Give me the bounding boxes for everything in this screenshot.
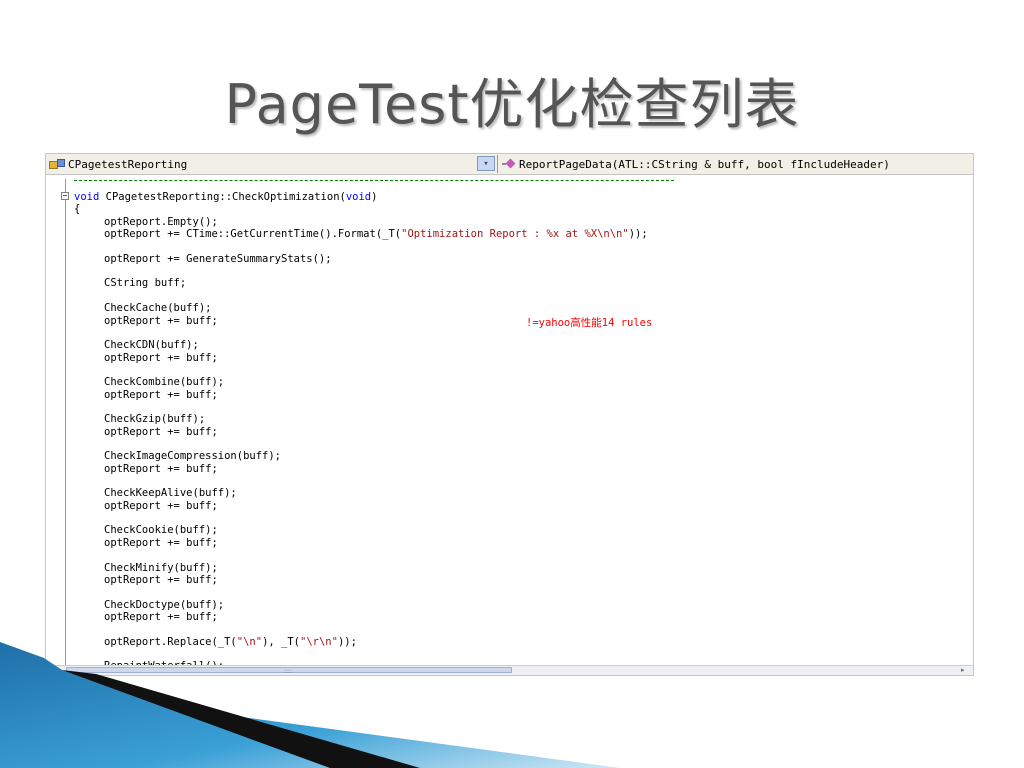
code-text: CheckCDN(buff);	[104, 339, 199, 352]
code-line: optReport += buff;	[104, 315, 218, 327]
code-text: optReport += buff;	[104, 388, 218, 401]
code-line: void CPagetestReporting::CheckOptimizati…	[74, 191, 377, 203]
code-text: CString buff;	[104, 277, 187, 290]
code-line: optReport += CTime::GetCurrentTime().For…	[104, 228, 648, 240]
code-text: CheckCookie(buff);	[104, 524, 218, 537]
code-editor-window: CPagetestReporting ▾ ReportPageData(ATL:…	[45, 153, 974, 676]
code-line: optReport += buff;	[104, 537, 218, 549]
code-keyword: void	[74, 191, 100, 203]
code-text: optReport += buff;	[104, 573, 218, 586]
code-text: optReport += buff;	[104, 499, 218, 512]
code-line: optReport += GenerateSummaryStats();	[104, 253, 332, 265]
code-text: optReport += buff;	[104, 314, 218, 327]
code-string: "Optimization Report : %x at %X\n\n"	[401, 228, 629, 241]
code-line: optReport += buff;	[104, 463, 218, 475]
code-text: optReport += buff;	[104, 462, 218, 475]
code-line: optReport.Empty();	[104, 216, 218, 228]
code-line: CheckCDN(buff);	[104, 339, 199, 351]
code-line: CheckKeepAlive(buff);	[104, 487, 237, 499]
code-text: optReport += buff;	[104, 536, 218, 549]
code-line: CheckCombine(buff);	[104, 376, 224, 388]
code-text: CheckCombine(buff);	[104, 376, 225, 389]
code-text: ));	[628, 228, 648, 241]
code-text: optReport += buff;	[104, 425, 218, 438]
code-line: CString buff;	[104, 277, 186, 289]
code-text: optReport += GenerateSummaryStats();	[104, 252, 332, 265]
code-text: optReport += buff;	[104, 351, 218, 364]
code-text: optReport += buff;	[104, 610, 218, 623]
class-icon	[49, 159, 65, 169]
code-line: optReport += buff;	[104, 574, 218, 586]
chevron-down-icon[interactable]: ▾	[477, 156, 495, 171]
code-text: CheckImageCompression(buff);	[104, 450, 282, 463]
code-text: {	[74, 203, 81, 216]
slide-title: PageTest优化检查列表	[224, 73, 800, 136]
annotation-note: !=yahoo高性能14 rules	[526, 317, 653, 329]
code-line: CheckImageCompression(buff);	[104, 450, 281, 462]
code-line: optReport += buff;	[104, 426, 218, 438]
code-line: CheckMinify(buff);	[104, 562, 218, 574]
code-text: CheckCache(buff);	[104, 302, 212, 315]
code-text: CheckMinify(buff);	[104, 561, 218, 574]
code-line: optReport += buff;	[104, 611, 218, 623]
code-line: {	[74, 203, 80, 215]
code-text: )	[371, 191, 378, 203]
code-keyword: void	[345, 191, 372, 203]
code-text: optReport += CTime::GetCurrentTime().For…	[104, 228, 402, 241]
navigation-bar: CPagetestReporting ▾ ReportPageData(ATL:…	[46, 154, 973, 175]
code-line: optReport += buff;	[104, 500, 218, 512]
code-text: CPagetestReporting::CheckOptimization(	[99, 191, 346, 203]
comment-separator	[74, 180, 674, 182]
code-text: CheckGzip(buff);	[104, 413, 206, 426]
code-text: CheckDoctype(buff);	[104, 598, 225, 611]
decorative-swoosh	[0, 642, 620, 768]
code-line: CheckCache(buff);	[104, 302, 211, 314]
code-line: CheckDoctype(buff);	[104, 599, 224, 611]
code-line: CheckCookie(buff);	[104, 524, 218, 536]
class-combo[interactable]: CPagetestReporting ▾	[46, 155, 497, 173]
method-icon	[502, 159, 516, 169]
code-text: CheckKeepAlive(buff);	[104, 487, 237, 500]
code-line: CheckGzip(buff);	[104, 413, 205, 425]
code-line: optReport += buff;	[104, 352, 218, 364]
method-combo-value: ReportPageData(ATL::CString & buff, bool…	[519, 157, 890, 171]
code-text: optReport.Empty();	[104, 215, 218, 228]
code-area[interactable]: − void CPagetestReporting::CheckOptimiza…	[46, 175, 973, 672]
method-combo[interactable]: ReportPageData(ATL::CString & buff, bool…	[497, 155, 973, 173]
code-line: optReport += buff;	[104, 389, 218, 401]
outline-gutter-line	[65, 179, 66, 669]
class-combo-value: CPagetestReporting	[68, 157, 188, 171]
collapse-icon[interactable]: −	[61, 192, 69, 200]
